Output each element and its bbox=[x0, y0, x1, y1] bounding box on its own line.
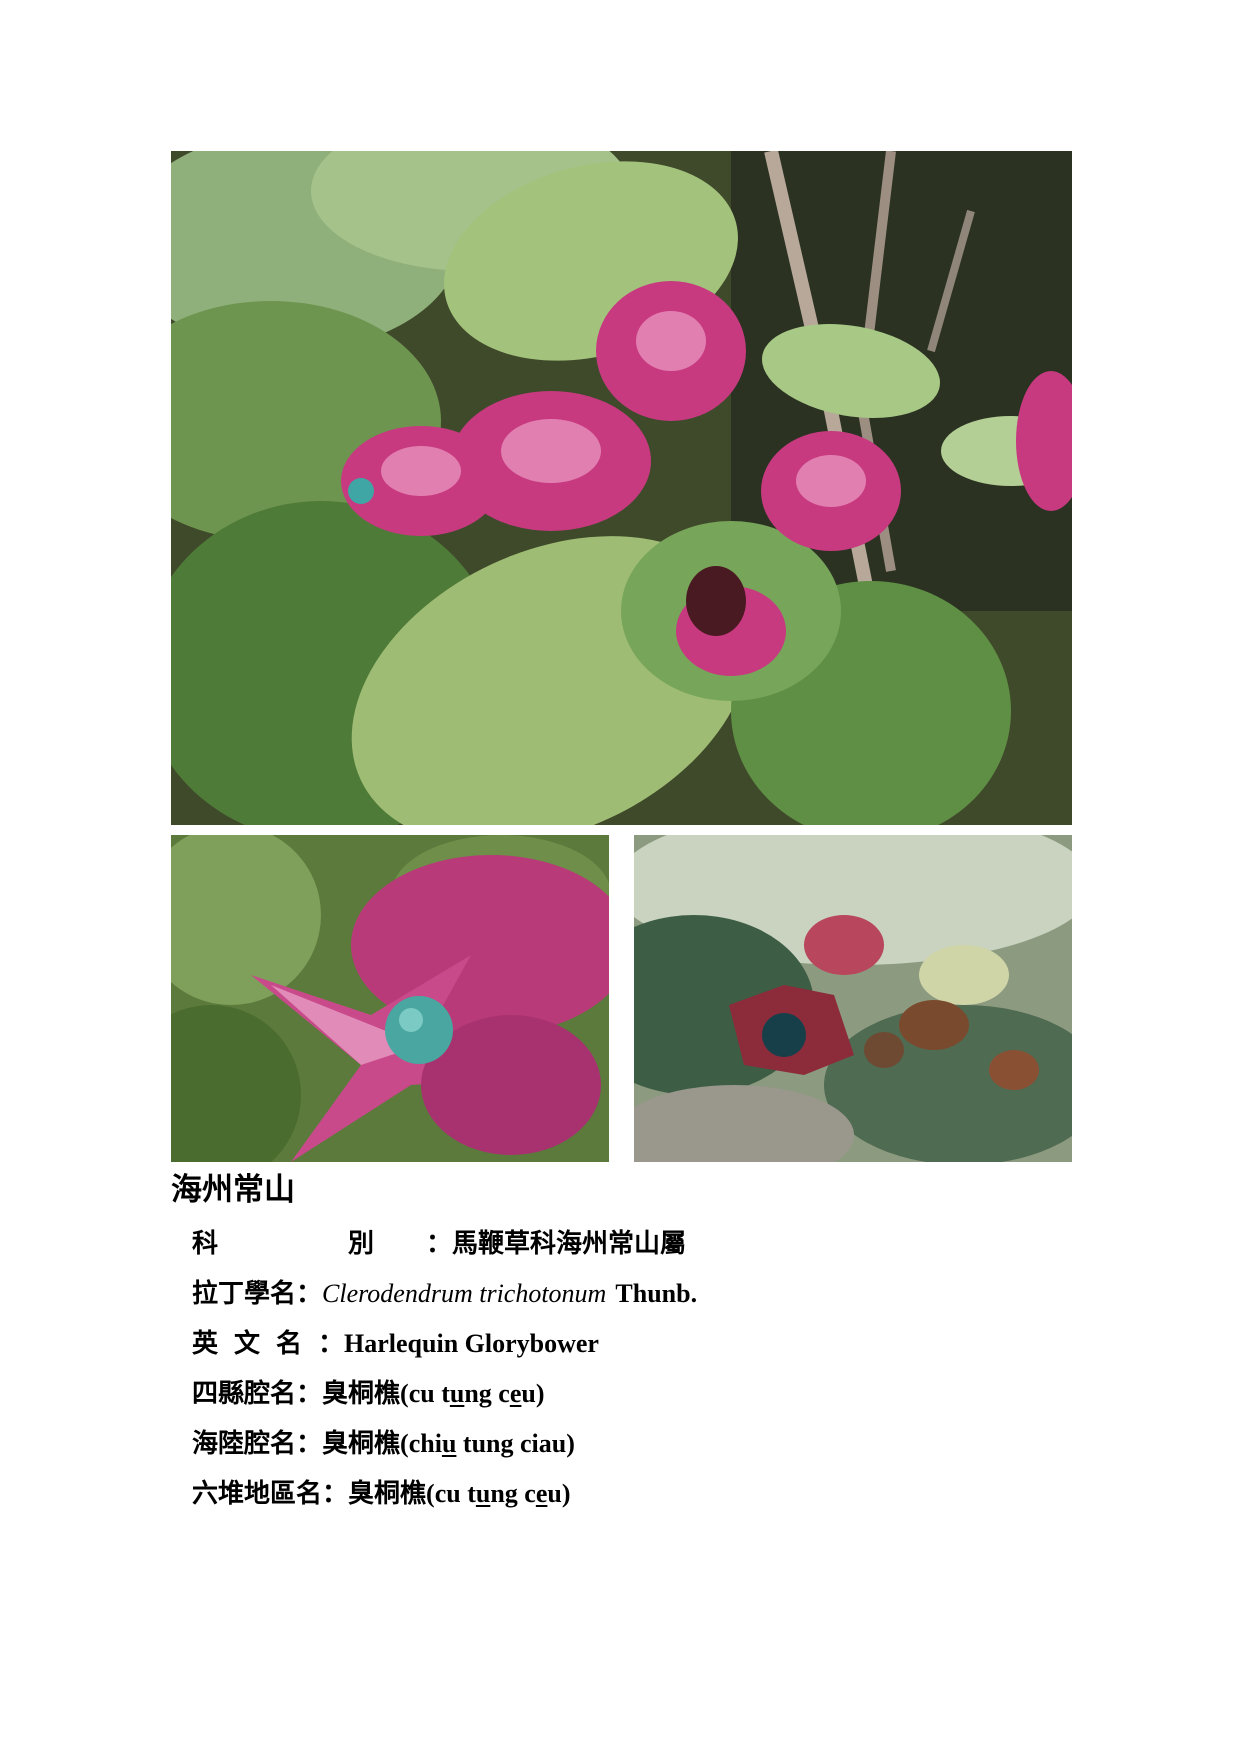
colon: ： bbox=[296, 1379, 323, 1409]
colon: ： bbox=[296, 1429, 323, 1459]
colon: ： bbox=[322, 1479, 349, 1509]
family-value: 馬鞭草科海州常山屬 bbox=[452, 1229, 687, 1259]
hailu-romanization: (chiu tung ciau) bbox=[400, 1429, 575, 1458]
english-row: 英文名：Harlequin Glorybower bbox=[192, 1322, 697, 1372]
hailu-row: 海陸腔名：臭桐樵(chiu tung ciau) bbox=[192, 1422, 697, 1472]
latin-label: 拉丁學名 bbox=[192, 1279, 297, 1309]
english-label: 英文名 bbox=[192, 1329, 319, 1359]
sixian-label: 四縣腔名 bbox=[192, 1379, 297, 1409]
colon: ： bbox=[296, 1279, 323, 1309]
english-value: Harlequin Glorybower bbox=[344, 1329, 599, 1358]
colon: ： bbox=[426, 1229, 453, 1259]
flower-closeup-photo bbox=[171, 835, 609, 1162]
latin-name: Clerodendrum trichotonum bbox=[322, 1279, 607, 1308]
liudui-romanization: (cu tung ceu) bbox=[426, 1479, 571, 1508]
plant-info: 科 別：馬鞭草科海州常山屬 拉丁學名：Clerodendrum trichoto… bbox=[192, 1222, 697, 1522]
hailu-label: 海陸腔名 bbox=[192, 1429, 297, 1459]
sixian-romanization: (cu tung ceu) bbox=[400, 1379, 545, 1408]
liudui-cjk: 臭桐樵 bbox=[348, 1479, 427, 1509]
hailu-cjk: 臭桐樵 bbox=[322, 1429, 401, 1459]
colon: ： bbox=[318, 1329, 345, 1359]
liudui-row: 六堆地區名：臭桐樵(cu tung ceu) bbox=[192, 1472, 697, 1522]
fruit-photo bbox=[634, 835, 1072, 1162]
latin-author: Thunb. bbox=[615, 1279, 698, 1308]
main-flower-photo bbox=[171, 151, 1072, 825]
sixian-row: 四縣腔名：臭桐樵(cu tung ceu) bbox=[192, 1372, 697, 1422]
liudui-label: 六堆地區名 bbox=[192, 1479, 323, 1509]
family-row: 科 別：馬鞭草科海州常山屬 bbox=[192, 1222, 697, 1272]
latin-row: 拉丁學名：Clerodendrum trichotonum Thunb. bbox=[192, 1272, 697, 1322]
family-label: 科 別 bbox=[192, 1229, 427, 1259]
plant-name: 海州常山 bbox=[171, 1172, 295, 1208]
sixian-cjk: 臭桐樵 bbox=[322, 1379, 401, 1409]
